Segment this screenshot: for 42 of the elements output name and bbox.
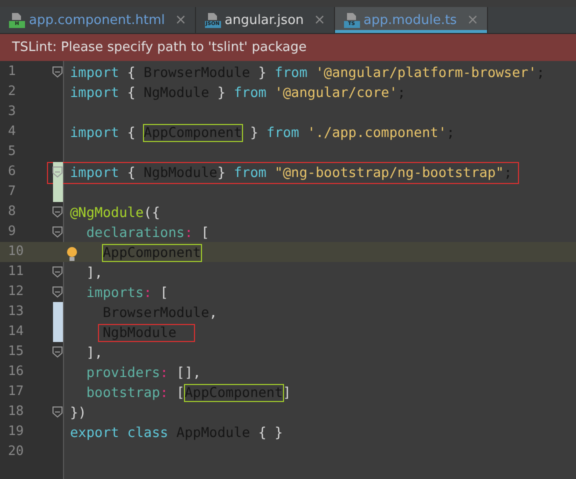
line-number: 18 (7, 403, 25, 421)
fold-icon[interactable] (52, 226, 62, 238)
code-line: declarations: [ (85, 224, 210, 243)
lightbulb-icon[interactable] (66, 246, 78, 262)
line-number: 8 (7, 203, 17, 221)
line-number: 5 (7, 143, 17, 161)
line-number: 6 (7, 163, 17, 181)
close-icon[interactable]: × (314, 12, 326, 28)
line-number: 11 (7, 263, 25, 281)
line-number: 16 (7, 363, 25, 381)
line-number: 3 (7, 103, 17, 121)
line-number: 1 (7, 63, 17, 81)
fold-icon[interactable] (52, 206, 62, 218)
line-number: 14 (7, 323, 25, 341)
code-line: }) (70, 404, 86, 423)
line-number: 17 (7, 383, 25, 401)
fold-icon[interactable] (52, 66, 62, 78)
fold-icon[interactable] (52, 346, 62, 358)
code-line: imports: [ (85, 284, 168, 303)
line-number: 10 (7, 243, 25, 261)
fold-icon[interactable] (52, 166, 62, 178)
line-number: 7 (7, 183, 17, 201)
line-number: 9 (7, 223, 17, 241)
file-icon (9, 12, 25, 28)
code-line: ], (85, 264, 103, 283)
fold-icon[interactable] (52, 266, 62, 278)
line-number: 4 (7, 123, 17, 141)
line-number: 20 (7, 443, 25, 461)
line-number: 15 (7, 343, 25, 361)
close-icon[interactable]: × (174, 12, 187, 28)
file-icon (344, 12, 360, 28)
error-banner: TSLint: Please specify path to 'tslint' package (0, 34, 576, 61)
code-line: providers: [], (85, 364, 201, 383)
line-number: 19 (7, 423, 25, 441)
code-line: ], (85, 344, 103, 363)
line-number: 13 (7, 303, 25, 321)
fold-icon[interactable] (52, 286, 62, 298)
file-icon (204, 12, 221, 28)
code-line: @NgModule({ (70, 204, 160, 223)
line-number: 12 (7, 283, 25, 301)
fold-icon[interactable] (52, 406, 62, 418)
line-number: 2 (7, 83, 17, 101)
